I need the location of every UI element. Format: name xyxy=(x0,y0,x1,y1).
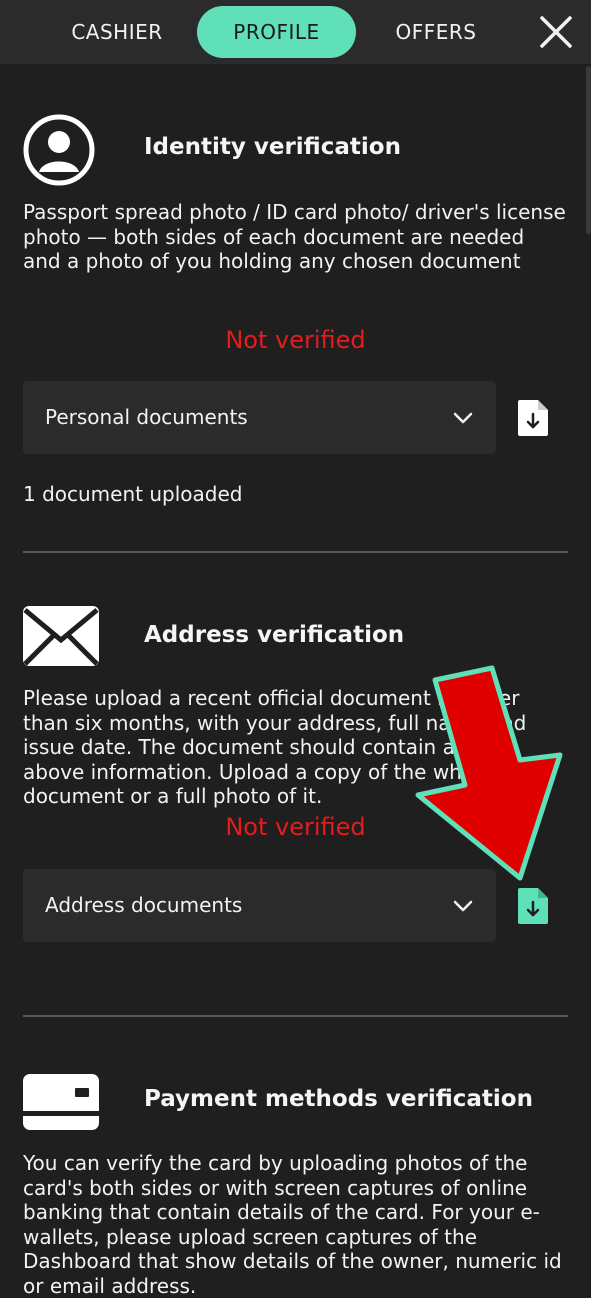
envelope-icon xyxy=(23,606,99,666)
top-nav-bar: CASHIER PROFILE OFFERS xyxy=(0,0,591,64)
upload-document-icon[interactable] xyxy=(517,399,549,437)
status-not-verified: Not verified xyxy=(225,813,366,841)
divider xyxy=(23,1015,568,1017)
section-description: Passport spread photo / ID card photo/ d… xyxy=(23,200,566,273)
address-verification-section: Address verification Please upload a rec… xyxy=(23,604,568,944)
chevron-down-icon xyxy=(453,900,473,912)
chevron-down-icon xyxy=(453,412,473,424)
address-documents-dropdown[interactable]: Address documents xyxy=(23,869,496,942)
upload-document-icon[interactable] xyxy=(517,887,549,925)
section-description: Please upload a recent official document… xyxy=(23,686,527,808)
tab-offers[interactable]: OFFERS xyxy=(360,6,512,58)
section-title: Identity verification xyxy=(144,134,401,160)
uploaded-count: 1 document uploaded xyxy=(23,482,243,506)
tab-profile[interactable]: PROFILE xyxy=(197,6,356,58)
credit-card-icon xyxy=(23,1074,99,1130)
dropdown-value: Address documents xyxy=(45,893,243,917)
section-title: Address verification xyxy=(144,622,405,648)
close-icon[interactable] xyxy=(536,12,576,52)
status-not-verified: Not verified xyxy=(225,326,366,354)
section-title: Payment methods verification xyxy=(144,1086,533,1112)
tab-cashier[interactable]: CASHIER xyxy=(40,6,194,58)
user-circle-icon xyxy=(23,114,95,186)
dropdown-value: Personal documents xyxy=(45,405,248,429)
section-description: You can verify the card by uploading pho… xyxy=(23,1151,562,1298)
divider xyxy=(23,551,568,553)
identity-verification-section: Identity verification Passport spread ph… xyxy=(23,110,568,530)
scrollbar[interactable] xyxy=(586,66,591,234)
personal-documents-dropdown[interactable]: Personal documents xyxy=(23,381,496,454)
payment-verification-section: Payment methods verification You can ver… xyxy=(23,1070,568,1298)
